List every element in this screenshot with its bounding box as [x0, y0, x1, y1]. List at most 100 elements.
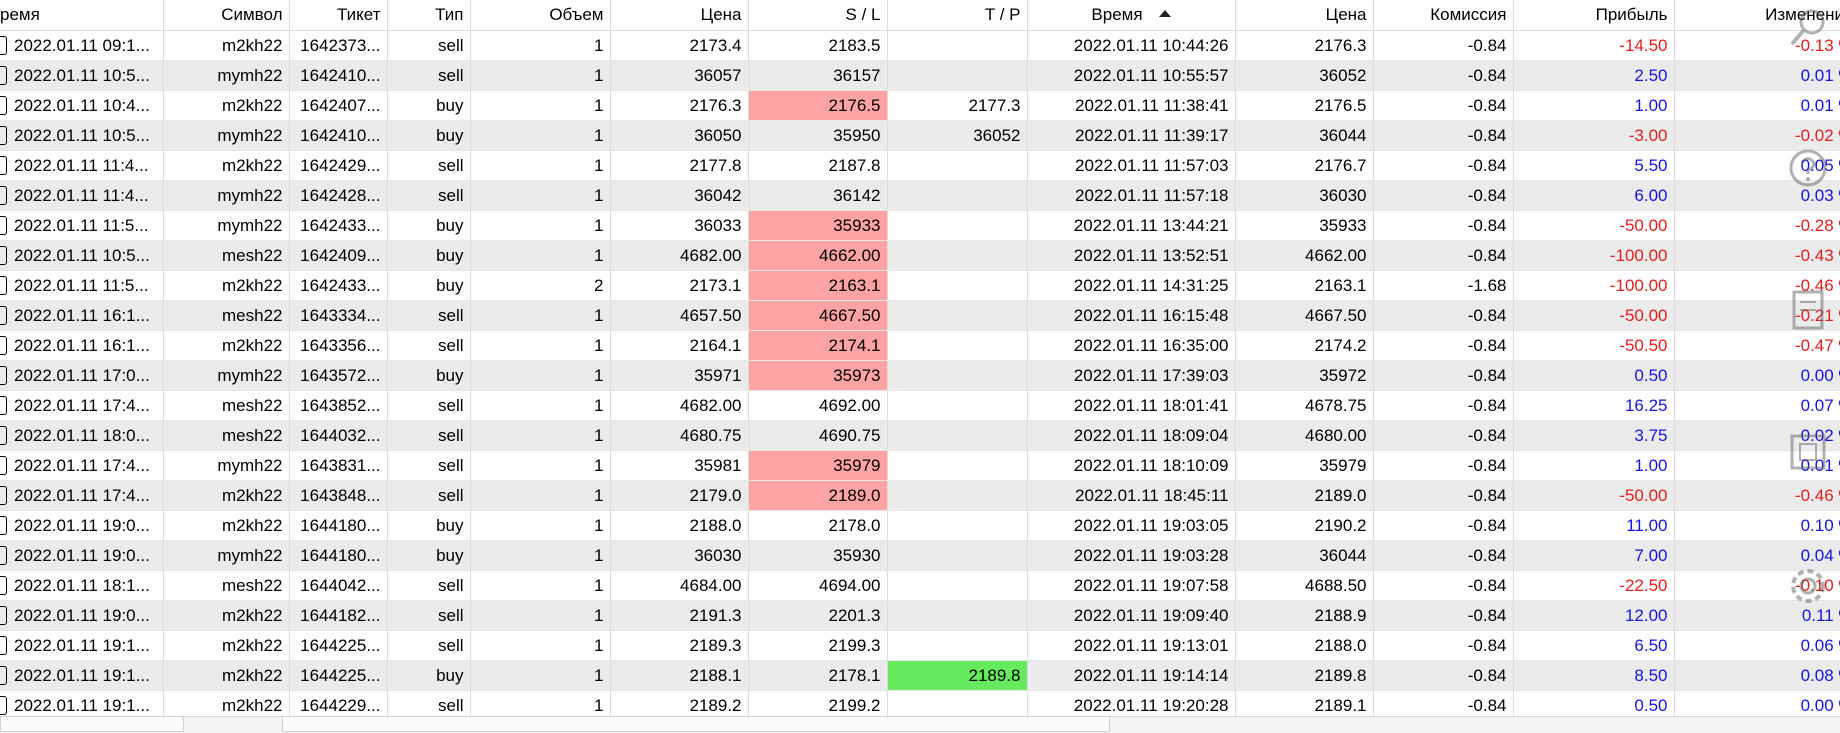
cell-profit: 6.00 — [1513, 180, 1675, 211]
table-row[interactable]: 2022.01.11 17:4... mesh22 1643852... sell 1 4… — [0, 390, 1840, 421]
cell-ticket: 1644229... — [289, 690, 388, 716]
cell-sl: 36157 — [748, 60, 888, 91]
table-row[interactable]: 2022.01.11 19:1... m2kh22 1644229... sell 1 2… — [0, 690, 1840, 716]
table-row[interactable]: 2022.01.11 18:0... mesh22 1644032... sell 1 4… — [0, 420, 1840, 451]
cell-text: 2022.01.11 10:44:26 — [1073, 35, 1229, 55]
cell-volume: 1 — [470, 120, 611, 151]
header-time-close[interactable]: Время — [1027, 0, 1236, 31]
cell-tp — [887, 420, 1028, 451]
table-row[interactable]: 2022.01.11 10:5... mymh22 1642410... buy 1 36… — [0, 120, 1840, 151]
cell-text: mesh22 — [222, 575, 283, 595]
table-row[interactable]: 2022.01.11 11:5... m2kh22 1642433... buy 2 21… — [0, 270, 1840, 301]
cell-symbol: m2kh22 — [163, 630, 290, 661]
header-price-open[interactable]: Цена — [610, 0, 749, 31]
cell-text: mymh22 — [217, 185, 283, 205]
table-row[interactable]: 2022.01.11 16:1... m2kh22 1643356... sell 1 2… — [0, 330, 1840, 361]
table-row[interactable]: 2022.01.11 11:5... mymh22 1642433... buy 1 36… — [0, 210, 1840, 241]
cell-text: 1642429... — [300, 155, 381, 175]
header-type[interactable]: Тип — [387, 0, 471, 31]
table-row[interactable]: 2022.01.11 19:1... m2kh22 1644225... sell 1 2… — [0, 630, 1840, 661]
cell-text: 2022.01.11 19:0... — [14, 605, 150, 625]
cell-text: 2022.01.11 13:44:21 — [1073, 215, 1229, 235]
header-symbol[interactable]: Символ — [163, 0, 290, 31]
cell-profit: 1.00 — [1513, 450, 1675, 481]
cell-text: 2022.01.11 19:0... — [14, 515, 150, 535]
cell-text: 1 — [594, 335, 604, 355]
cell-ticket: 1643572... — [289, 360, 388, 391]
cell-text: 2022.01.11 18:0... — [14, 425, 150, 445]
table-row[interactable]: 2022.01.11 19:1... m2kh22 1644225... buy 1 21… — [0, 660, 1840, 691]
cell-commission: -0.84 — [1373, 30, 1514, 61]
cell-symbol: mymh22 — [163, 180, 290, 211]
cell-text: 2188.1 — [689, 665, 742, 685]
horizontal-scrollbar[interactable] — [0, 716, 1840, 733]
cell-volume: 1 — [470, 240, 611, 271]
cell-text: -0.84 — [1467, 545, 1507, 565]
header-price-close[interactable]: Цена — [1235, 0, 1374, 31]
cell-price-close: 2176.7 — [1235, 150, 1374, 181]
cell-time-open: 2022.01.11 11:4... — [0, 180, 164, 211]
cell-time-open: 2022.01.11 19:1... — [0, 690, 164, 716]
header-tp[interactable]: T / P — [887, 0, 1028, 31]
cell-text: 1 — [594, 95, 604, 115]
cell-text: 1 — [594, 485, 604, 505]
cell-text: -0.21 % — [1794, 305, 1840, 325]
table-row[interactable]: 2022.01.11 10:4... m2kh22 1642407... buy 1 21… — [0, 90, 1840, 121]
cell-sl: 2178.1 — [748, 660, 888, 691]
cell-sl: 4692.00 — [748, 390, 888, 421]
cell-tp — [887, 600, 1028, 631]
cell-text: 2022.01.11 11:39:17 — [1075, 125, 1229, 145]
header-change[interactable]: Изменение — [1674, 0, 1840, 31]
table-row[interactable]: 2022.01.11 10:5... mesh22 1642409... buy 1 46… — [0, 240, 1840, 271]
header-commission[interactable]: Комиссия — [1373, 0, 1514, 31]
table-row[interactable]: 2022.01.11 19:0... m2kh22 1644180... buy 1 21… — [0, 510, 1840, 541]
table-row[interactable]: 2022.01.11 11:4... m2kh22 1642429... sell 1 2… — [0, 150, 1840, 181]
scrollbar-thumb[interactable] — [282, 717, 1110, 732]
cell-text: 2022.01.11 17:0... — [14, 365, 150, 385]
cell-text: 1643831... — [300, 455, 381, 475]
table-row[interactable]: 2022.01.11 19:0... mymh22 1644180... buy 1 36… — [0, 540, 1840, 571]
cell-time-close: 2022.01.11 16:35:00 — [1027, 330, 1236, 361]
cell-time-open: 2022.01.11 19:0... — [0, 600, 164, 631]
table-row[interactable]: 2022.01.11 11:4... mymh22 1642428... sell 1 3… — [0, 180, 1840, 211]
cell-change: -0.28 % — [1674, 210, 1840, 241]
table-row[interactable]: 2022.01.11 17:4... mymh22 1643831... sell 1 3… — [0, 450, 1840, 481]
cell-sl: 2178.0 — [748, 510, 888, 541]
header-volume[interactable]: Объем — [470, 0, 611, 31]
table-row[interactable]: 2022.01.11 19:0... m2kh22 1644182... sell 1 2… — [0, 600, 1840, 631]
cell-sl: 35933 — [748, 210, 888, 241]
cell-profit: 0.50 — [1513, 690, 1675, 716]
cell-text: 2187.8 — [828, 155, 881, 175]
cell-commission: -1.68 — [1373, 270, 1514, 301]
table-row[interactable]: 2022.01.11 17:0... mymh22 1643572... buy 1 35… — [0, 360, 1840, 391]
sell-order-icon — [0, 335, 7, 355]
cell-text: 1642433... — [300, 275, 381, 295]
cell-price-open: 2188.0 — [610, 510, 749, 541]
cell-symbol: mesh22 — [163, 300, 290, 331]
cell-price-close: 4662.00 — [1235, 240, 1374, 271]
cell-text: -0.02 % — [1794, 125, 1840, 145]
cell-text: -50.00 — [1619, 215, 1668, 235]
cell-text: 5.50 — [1634, 155, 1668, 175]
header-ticket[interactable]: Тикет — [289, 0, 388, 31]
header-profit[interactable]: Прибыль — [1513, 0, 1675, 31]
cell-type: sell — [387, 300, 471, 331]
cell-symbol: mymh22 — [163, 540, 290, 571]
cell-ticket: 1642433... — [289, 270, 388, 301]
cell-price-open: 36033 — [610, 210, 749, 241]
cell-change: -0.47 % — [1674, 330, 1840, 361]
cell-profit: 11.00 — [1513, 510, 1675, 541]
header-sl[interactable]: S / L — [748, 0, 888, 31]
table-row[interactable]: 2022.01.11 18:1... mesh22 1644042... sell 1 4… — [0, 570, 1840, 601]
cell-price-close: 2189.0 — [1235, 480, 1374, 511]
table-row[interactable]: 2022.01.11 17:4... m2kh22 1643848... sell 1 2… — [0, 480, 1840, 511]
table-row[interactable]: 2022.01.11 10:5... mymh22 1642410... sell 1 3… — [0, 60, 1840, 91]
cell-text: buy — [436, 125, 464, 145]
sell-order-icon — [0, 65, 7, 85]
cell-time-open: 2022.01.11 17:4... — [0, 390, 164, 421]
table-row[interactable]: 2022.01.11 09:1... m2kh22 1642373... sell 1 2… — [0, 30, 1840, 61]
table-row[interactable]: 2022.01.11 16:1... mesh22 1643334... sell 1 4… — [0, 300, 1840, 331]
cell-text: -14.50 — [1619, 35, 1668, 55]
header-time-open[interactable]: ремя — [0, 0, 164, 31]
cell-type: sell — [387, 150, 471, 181]
